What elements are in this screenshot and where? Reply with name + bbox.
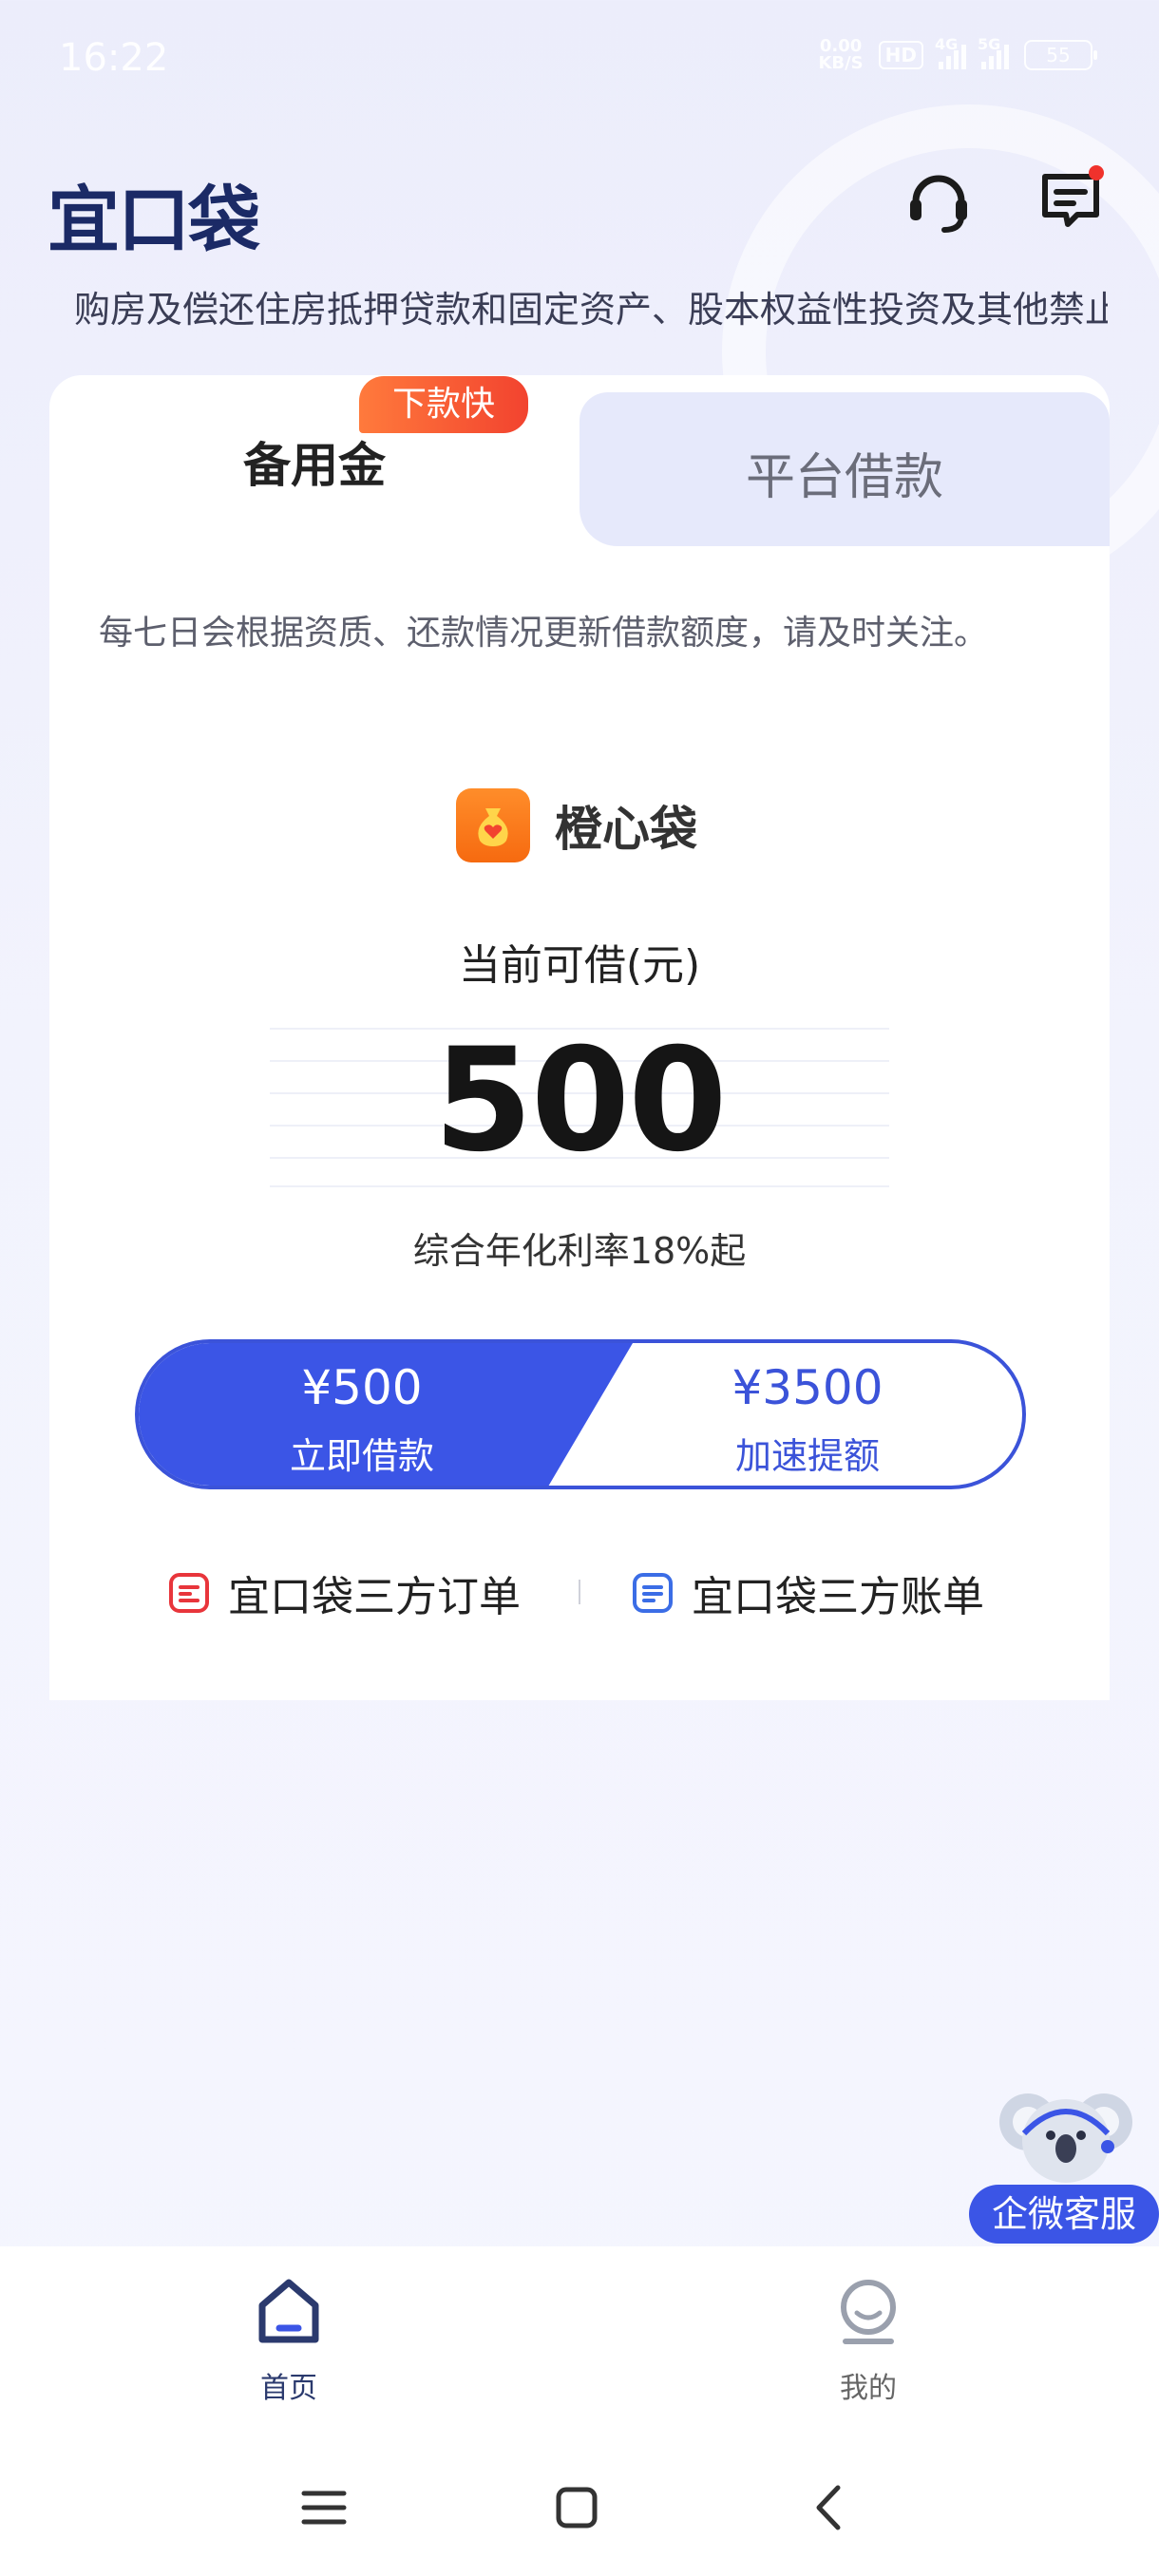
nav-mine-label: 我的: [840, 2372, 897, 2405]
nav-home[interactable]: 首页: [194, 2275, 384, 2406]
bottom-nav: 首页 我的: [0, 2246, 1159, 2446]
bill-icon: [633, 1573, 673, 1613]
bills-label: 宜口袋三方账单: [692, 1573, 984, 1621]
wecom-service-button[interactable]: 企微客服: [969, 2080, 1159, 2244]
orders-label: 宜口袋三方订单: [228, 1573, 521, 1621]
headset-icon[interactable]: [901, 161, 977, 237]
boost-label: 加速提额: [734, 1435, 880, 1477]
borrow-label: 立即借款: [289, 1435, 434, 1477]
battery-icon: 55: [1024, 40, 1097, 70]
home-square-icon[interactable]: [543, 2474, 610, 2541]
hd-icon: HD: [878, 41, 923, 69]
status-icons: 0.00 KB/S HD 4G 5G 55: [818, 35, 1097, 73]
order-icon: [169, 1573, 209, 1613]
service-label: 企微客服: [969, 2185, 1159, 2244]
status-bar: 16:22 0.00 KB/S HD 4G 5G 55: [0, 0, 1159, 114]
back-icon[interactable]: [796, 2474, 863, 2541]
home-icon: [258, 2279, 319, 2343]
notice-text: 购房及偿还住房抵押贷款和固定资产、股本权益性投资及其他禁止用途: [74, 288, 1108, 331]
available-amount: 500: [433, 1018, 727, 1184]
profile-icon: [841, 2280, 896, 2344]
system-nav-bar: [0, 2446, 1159, 2576]
boost-limit-button[interactable]: ¥3500 加速提额: [585, 1343, 1022, 1486]
message-icon[interactable]: [1034, 161, 1110, 237]
brand-name: 橙心袋: [555, 802, 697, 857]
nav-home-label: 首页: [260, 2372, 317, 2405]
borrow-amount: ¥500: [301, 1360, 423, 1415]
brand-row: 橙心袋: [456, 788, 697, 862]
notice-bar: 购房及偿还住房抵押贷款和固定资产、股本权益性投资及其他禁止用途: [53, 277, 1108, 334]
signal-4g-icon: 4G: [935, 35, 966, 69]
fast-badge: 下款快: [359, 376, 528, 433]
net-speed: 0.00 KB/S: [818, 36, 864, 73]
loan-action-group: ¥500 立即借款 ¥3500 加速提额: [135, 1339, 1026, 1489]
third-party-links: 宜口袋三方订单 宜口袋三方账单: [0, 1563, 1159, 1629]
signal-5g-icon: 5G: [978, 35, 1009, 69]
koala-mascot-icon: [999, 2093, 1132, 2183]
nav-mine[interactable]: 我的: [773, 2275, 963, 2406]
bills-link[interactable]: 宜口袋三方账单: [631, 1563, 984, 1623]
boost-amount: ¥3500: [732, 1360, 884, 1415]
borrow-now-button[interactable]: ¥500 立即借款: [139, 1343, 633, 1486]
status-time: 16:22: [59, 36, 169, 80]
tab-reserve-fund[interactable]: 备用金: [49, 427, 580, 496]
available-label: 当前可借(元): [458, 941, 701, 990]
quota-tip: 每七日会根据资质、还款情况更新借款额度，请及时关注。: [99, 614, 989, 653]
menu-icon[interactable]: [291, 2474, 357, 2541]
app-logo: 宜口袋: [48, 178, 260, 262]
annual-rate: 综合年化利率18%起: [412, 1230, 747, 1272]
money-bag-icon: [456, 788, 530, 862]
orders-link[interactable]: 宜口袋三方订单: [167, 1563, 521, 1623]
tab-platform-loan-label[interactable]: 平台借款: [580, 437, 1110, 508]
link-separator: [579, 1580, 580, 1604]
